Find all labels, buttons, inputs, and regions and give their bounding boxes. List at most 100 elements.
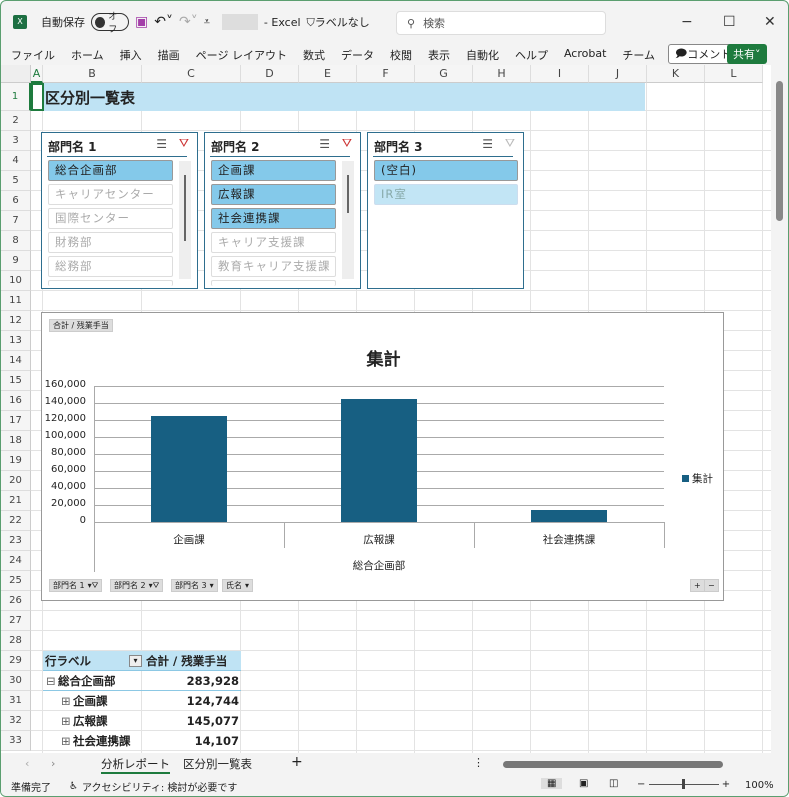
collapse-toggle-icon[interactable]: ⊞ <box>61 711 71 731</box>
sensitivity-label[interactable]: ⛉ラベルなし <box>307 14 370 30</box>
row-header[interactable]: 5 <box>1 171 31 191</box>
select-all[interactable] <box>1 65 31 83</box>
vertical-scrollbar[interactable] <box>772 65 788 753</box>
row-header[interactable]: 11 <box>1 291 31 311</box>
ribbon-tab[interactable]: ヘルプ <box>515 47 548 63</box>
row-header[interactable]: 29 <box>1 651 31 671</box>
row-header[interactable]: 9 <box>1 251 31 271</box>
value-field-button[interactable]: 合計 / 残業手当 <box>49 319 113 332</box>
row-header[interactable]: 27 <box>1 611 31 631</box>
slicer-item[interactable]: 財務部 <box>48 232 173 253</box>
sheet-tab[interactable]: 区分別一覧表 <box>183 756 252 772</box>
row-header[interactable]: 3 <box>1 131 31 151</box>
next-sheet-icon[interactable]: › <box>51 757 55 770</box>
close-button[interactable]: ✕ <box>764 14 776 30</box>
row-header[interactable]: 8 <box>1 231 31 251</box>
axis-field-button[interactable]: 部門名 2 ▾⛛ <box>110 579 164 592</box>
slicer-scrollbar[interactable] <box>179 161 191 279</box>
column-header[interactable]: B <box>43 65 142 83</box>
column-header[interactable]: A <box>31 65 43 83</box>
pivot-chart[interactable]: 合計 / 残業手当 集計 160,000 140,000 120,000 100,000 8… <box>41 312 724 601</box>
ribbon-tab[interactable]: Acrobat <box>564 47 606 63</box>
row-header[interactable]: 33 <box>1 731 31 751</box>
slicer-item[interactable]: 広報課 <box>211 184 336 205</box>
ribbon-tab[interactable]: データ <box>341 47 374 63</box>
column-header[interactable]: L <box>705 65 763 83</box>
ribbon-tab[interactable]: 数式 <box>303 47 325 63</box>
axis-field-button[interactable]: 部門名 1 ▾⛛ <box>49 579 103 592</box>
slicer-item[interactable]: (空白) <box>374 160 518 181</box>
slicer-item[interactable]: IR室 <box>374 184 518 205</box>
row-header[interactable]: 30 <box>1 671 31 691</box>
multi-select-icon[interactable]: ☰ <box>156 137 167 151</box>
collapse-toggle-icon[interactable]: ⊞ <box>61 691 71 711</box>
collapse-toggle-icon[interactable]: ⊟ <box>46 671 56 691</box>
bar[interactable] <box>341 398 417 522</box>
column-header[interactable]: C <box>142 65 241 83</box>
redo-icon[interactable]: ↷˅ <box>179 14 198 30</box>
zoom-level[interactable]: 100% <box>745 780 774 791</box>
row-header[interactable]: 17 <box>1 411 31 431</box>
row-header[interactable]: 28 <box>1 631 31 651</box>
row-header[interactable]: 14 <box>1 351 31 371</box>
clear-filter-icon[interactable]: ⛛ <box>505 136 515 151</box>
ribbon-tab[interactable]: チーム <box>622 47 655 63</box>
ribbon-tab[interactable]: ページ レイアウト <box>196 47 287 63</box>
axis-field-button[interactable]: 氏名 ▾ <box>222 579 254 592</box>
collapse-toggle-icon[interactable]: ⊞ <box>61 731 71 751</box>
search-box[interactable]: ⚲ 検索 <box>396 11 606 35</box>
axis-field-button[interactable]: 部門名 3 ▾ <box>171 579 218 592</box>
share-button[interactable]: 共有 ˅ <box>727 44 767 64</box>
row-header[interactable]: 26 <box>1 591 31 611</box>
page-layout-icon[interactable]: ▣ <box>579 778 588 789</box>
bar[interactable] <box>531 510 607 522</box>
add-sheet-icon[interactable]: + <box>291 754 303 770</box>
row-header[interactable]: 31 <box>1 691 31 711</box>
scroll-thumb[interactable] <box>347 175 349 213</box>
row-header[interactable]: 7 <box>1 211 31 231</box>
ribbon-tab[interactable]: 表示 <box>428 47 450 63</box>
column-header[interactable]: D <box>241 65 299 83</box>
multi-select-icon[interactable]: ☰ <box>319 137 330 151</box>
accessibility-status[interactable]: アクセシビリティ: 検討が必要です <box>82 779 237 794</box>
autosave-toggle[interactable]: オフ <box>91 12 129 35</box>
minimize-button[interactable]: − <box>681 14 693 30</box>
active-cell[interactable] <box>31 83 44 111</box>
row-header[interactable]: 2 <box>1 111 31 131</box>
column-header[interactable]: I <box>531 65 589 83</box>
slicer-item[interactable]: 企画課 <box>211 160 336 181</box>
slicer-item[interactable]: 総合企画部 <box>48 160 173 181</box>
ribbon-tab[interactable]: ホーム <box>71 47 104 63</box>
undo-icon[interactable]: ↶˅ <box>154 14 173 30</box>
slicer-item[interactable]: キャリア支援課 <box>211 232 336 253</box>
slicer-item[interactable]: キャリアセンター <box>48 184 173 205</box>
row-header[interactable]: 10 <box>1 271 31 291</box>
row-header[interactable]: 16 <box>1 391 31 411</box>
slicer-item[interactable]: 教育キャリア支援課 <box>211 256 336 277</box>
ribbon-tab[interactable]: 挿入 <box>120 47 142 63</box>
row-header[interactable]: 12 <box>1 311 31 331</box>
ribbon-tab[interactable]: 描画 <box>158 47 180 63</box>
row-header[interactable]: 32 <box>1 711 31 731</box>
row-header[interactable]: 19 <box>1 451 31 471</box>
row-header[interactable]: 22 <box>1 511 31 531</box>
column-header[interactable]: G <box>415 65 473 83</box>
horizontal-scrollbar[interactable] <box>503 761 723 768</box>
column-header[interactable]: F <box>357 65 415 83</box>
row-header[interactable]: 18 <box>1 431 31 451</box>
row-header[interactable]: 1 <box>1 83 31 111</box>
ribbon-tab[interactable]: 自動化 <box>466 47 499 63</box>
column-header[interactable]: E <box>299 65 357 83</box>
slicer-item[interactable]: 総務部 <box>48 256 173 277</box>
column-header[interactable]: K <box>647 65 705 83</box>
maximize-button[interactable]: ☐ <box>723 14 736 30</box>
ribbon-tab[interactable]: 校閲 <box>390 47 412 63</box>
prev-sheet-icon[interactable]: ‹ <box>25 757 29 770</box>
customize-icon[interactable]: ⩡ <box>204 15 210 29</box>
slicer-item[interactable]: 社会連携課 <box>211 208 336 229</box>
row-header[interactable]: 15 <box>1 371 31 391</box>
scroll-thumb[interactable] <box>184 175 186 241</box>
row-header[interactable]: 6 <box>1 191 31 211</box>
expand-field-button[interactable]: + <box>690 579 705 592</box>
row-header[interactable]: 21 <box>1 491 31 511</box>
